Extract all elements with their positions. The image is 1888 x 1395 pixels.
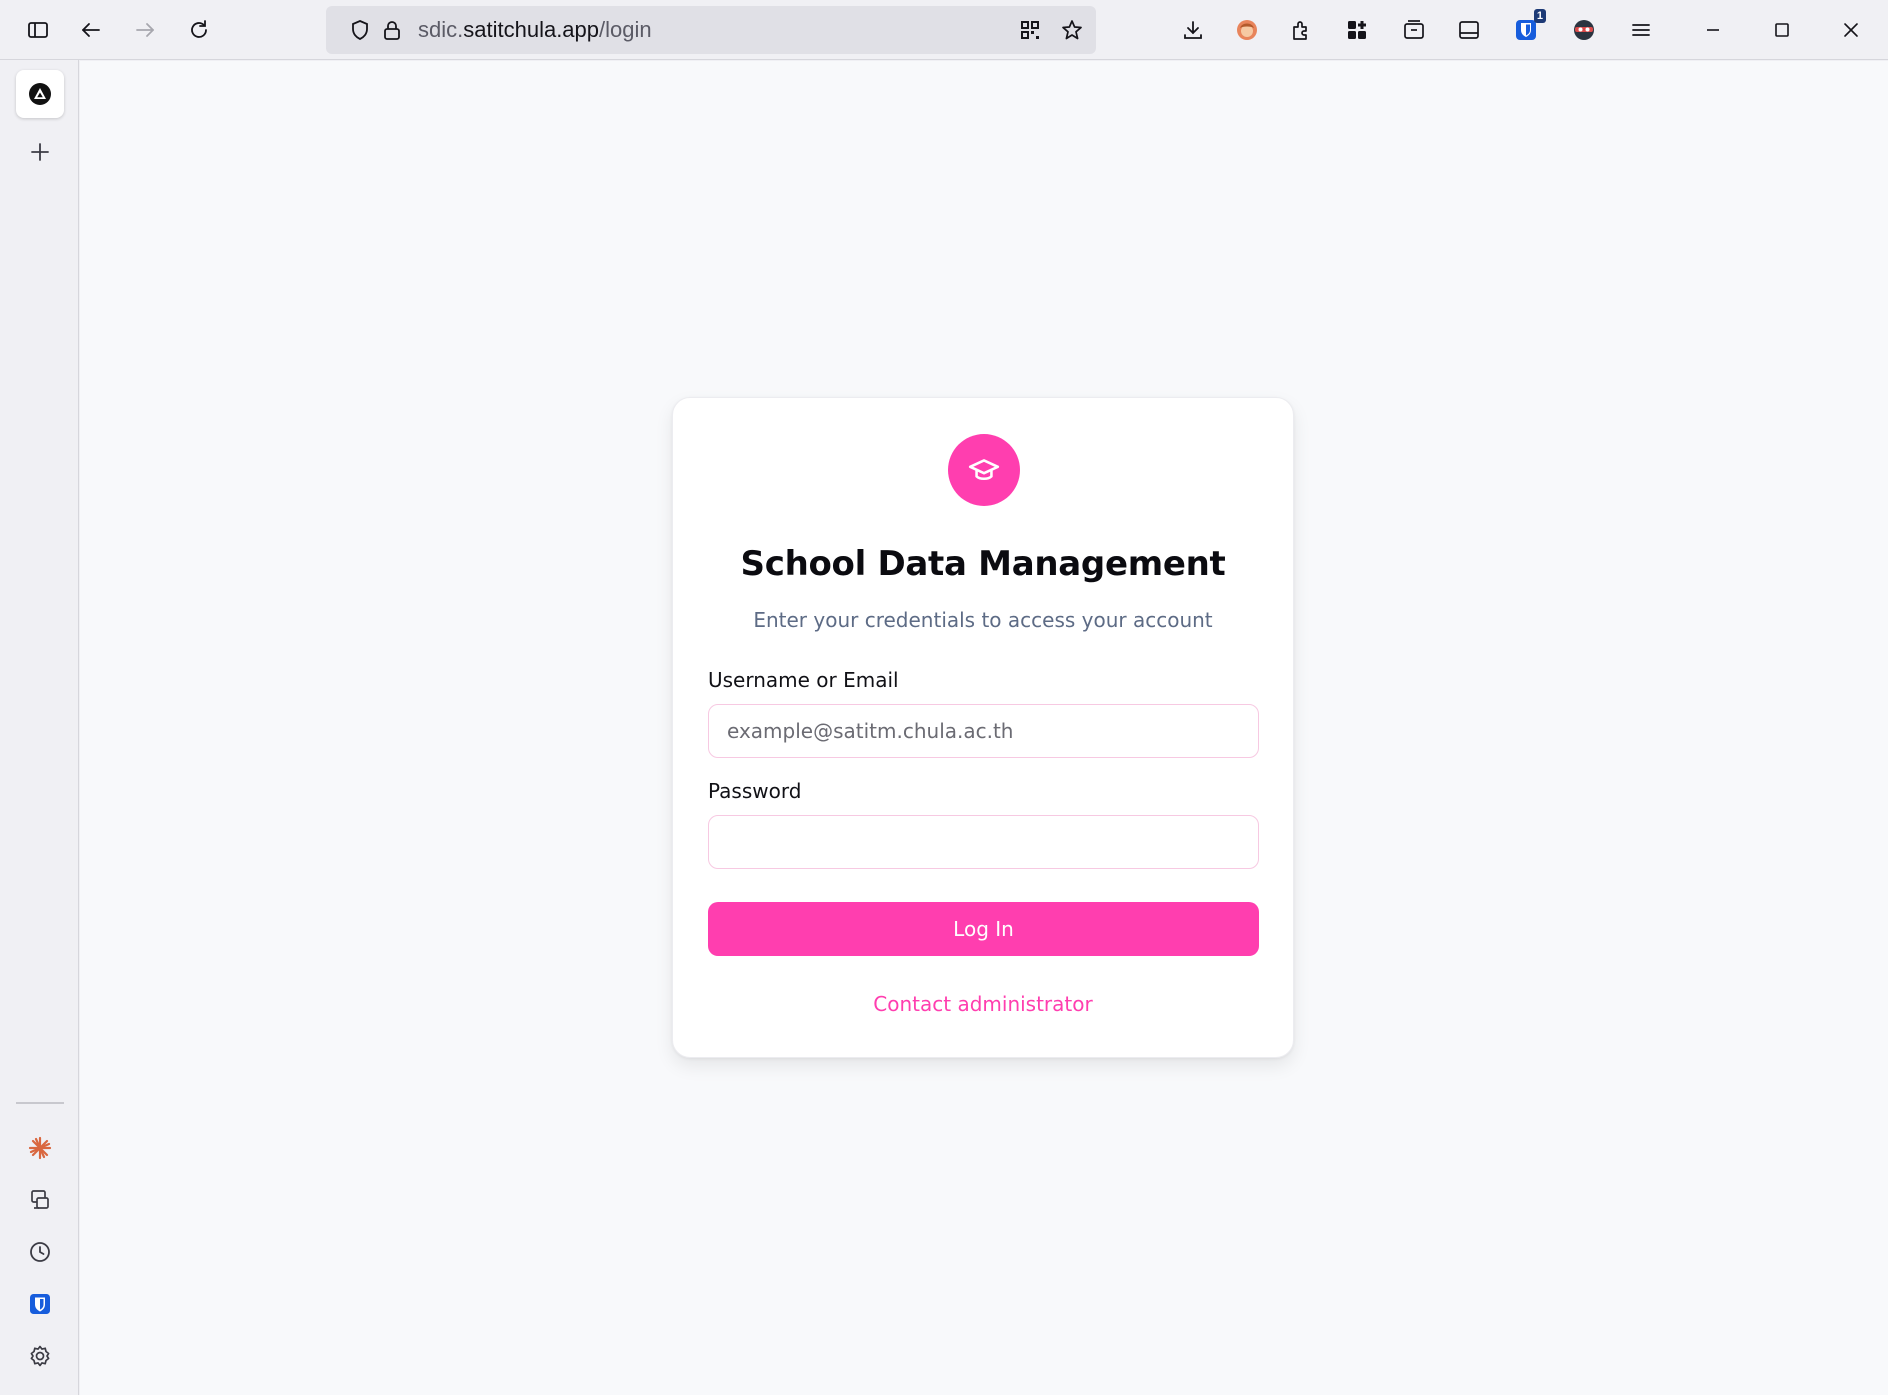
bitwarden-toolbar-icon[interactable]: 1 bbox=[1508, 9, 1546, 48]
app-logo-icon[interactable] bbox=[16, 70, 64, 118]
close-window-icon[interactable] bbox=[1833, 12, 1869, 48]
bitwarden-icon[interactable] bbox=[16, 1280, 64, 1328]
forward-arrow-icon[interactable] bbox=[127, 12, 163, 48]
plus-icon[interactable] bbox=[16, 128, 64, 176]
url-path: /login bbox=[599, 17, 652, 42]
tab-manager-icon[interactable] bbox=[1396, 12, 1432, 48]
username-label: Username or Email bbox=[708, 668, 899, 692]
tracking-shield-icon[interactable] bbox=[348, 18, 372, 42]
reload-icon[interactable] bbox=[181, 12, 217, 48]
extensions-puzzle-icon[interactable] bbox=[1283, 12, 1319, 48]
browser-toolbar: sdic.satitchula.app/login 1 bbox=[0, 0, 1888, 60]
avatar-extension-icon[interactable] bbox=[1229, 12, 1265, 48]
password-input[interactable] bbox=[708, 815, 1259, 869]
reader-view-icon[interactable] bbox=[1451, 12, 1487, 48]
page-title: School Data Management bbox=[740, 544, 1226, 584]
page-subtitle: Enter your credentials to access your ac… bbox=[753, 608, 1213, 632]
address-bar[interactable]: sdic.satitchula.app/login bbox=[326, 6, 1096, 54]
history-icon[interactable] bbox=[16, 1228, 64, 1276]
privacy-mask-extension-icon[interactable] bbox=[1566, 12, 1602, 48]
apps-grid-icon[interactable] bbox=[1339, 12, 1375, 48]
contact-administrator-link[interactable]: Contact administrator bbox=[673, 992, 1293, 1016]
sidebar-toggle-icon[interactable] bbox=[20, 12, 56, 48]
page-content: School Data Management Enter your creden… bbox=[80, 61, 1888, 1395]
url-host: satitchula.app bbox=[463, 17, 600, 42]
url-prefix: sdic. bbox=[418, 17, 464, 42]
synced-tabs-icon[interactable] bbox=[16, 1176, 64, 1224]
minimize-window-icon[interactable] bbox=[1695, 12, 1731, 48]
back-arrow-icon[interactable] bbox=[73, 12, 109, 48]
sidebar-divider bbox=[16, 1102, 64, 1104]
login-card: School Data Management Enter your creden… bbox=[672, 397, 1294, 1058]
password-label: Password bbox=[708, 779, 802, 803]
url-text[interactable]: sdic.satitchula.app/login bbox=[418, 17, 652, 43]
login-button[interactable]: Log In bbox=[708, 902, 1259, 956]
bitwarden-badge: 1 bbox=[1533, 9, 1546, 23]
claude-icon[interactable] bbox=[16, 1124, 64, 1172]
menu-hamburger-icon[interactable] bbox=[1623, 12, 1659, 48]
username-input[interactable] bbox=[708, 704, 1259, 758]
browser-sidebar bbox=[0, 60, 79, 1395]
qr-code-icon[interactable] bbox=[1018, 18, 1042, 42]
maximize-window-icon[interactable] bbox=[1764, 12, 1800, 48]
bookmark-star-icon[interactable] bbox=[1060, 18, 1084, 42]
download-icon[interactable] bbox=[1175, 12, 1211, 48]
lock-icon[interactable] bbox=[380, 18, 404, 42]
gear-icon[interactable] bbox=[16, 1332, 64, 1380]
graduation-cap-icon bbox=[948, 434, 1020, 506]
